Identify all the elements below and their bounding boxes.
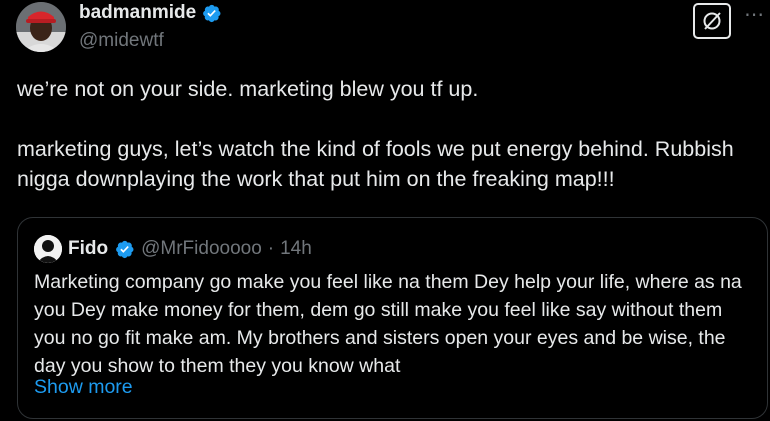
- author-name-text[interactable]: badmanmide: [79, 2, 196, 24]
- show-more-link[interactable]: Show more: [34, 376, 133, 399]
- more-icon: ⋯: [744, 4, 765, 26]
- quoted-tweet-text: Marketing company go make you feel like …: [34, 271, 742, 377]
- more-options-button[interactable]: ⋯: [744, 2, 765, 27]
- tweet-text: we’re not on your side. marketing blew y…: [17, 74, 762, 194]
- author-handle[interactable]: @midewtf: [79, 30, 164, 52]
- tweet-line-1: we’re not on your side. marketing blew y…: [17, 77, 479, 101]
- quoted-tweet-card[interactable]: Fido @MrFidooooo · 14h Marketing company…: [17, 217, 768, 419]
- author-display-name[interactable]: badmanmide: [79, 2, 222, 24]
- verified-badge-icon: [203, 4, 221, 22]
- verified-badge-icon: [116, 240, 134, 258]
- quoted-author-handle[interactable]: @MrFidooooo: [141, 238, 262, 260]
- author-avatar[interactable]: [16, 2, 66, 52]
- grok-icon: [703, 12, 721, 30]
- meta-separator: ·: [267, 238, 275, 259]
- tweet-line-2: marketing guys, let’s watch the kind of …: [17, 137, 734, 191]
- quoted-timestamp[interactable]: 14h: [280, 238, 312, 260]
- grok-button[interactable]: [693, 3, 731, 39]
- quoted-tweet-header: Fido @MrFidooooo · 14h: [34, 235, 312, 263]
- quoted-author-name[interactable]: Fido: [68, 238, 108, 260]
- quoted-author-avatar[interactable]: [34, 235, 62, 263]
